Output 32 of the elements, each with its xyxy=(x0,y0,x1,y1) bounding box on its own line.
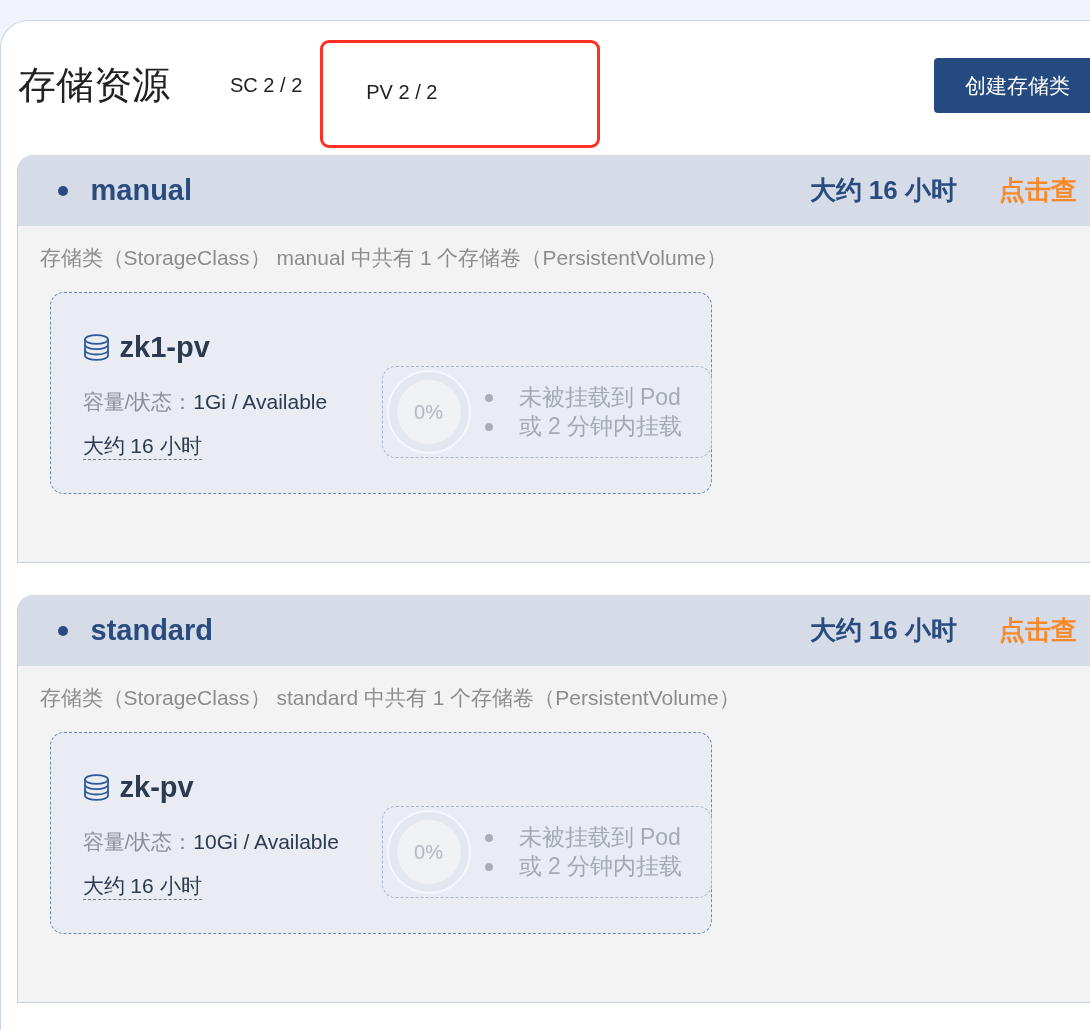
database-icon xyxy=(82,333,110,361)
capacity-label: 容量/状态： xyxy=(82,829,194,855)
volume-age: 大约 16 小时 xyxy=(82,433,202,460)
capacity-label: 容量/状态： xyxy=(82,389,194,415)
usage-note: 未被挂载到 Pod xyxy=(518,383,681,412)
capacity-value: 10Gi / Available xyxy=(193,829,339,855)
bullet-icon xyxy=(484,833,493,842)
class-description: 存储类（StorageClass） manual 中共有 1 个存储卷（PersistentVolume） xyxy=(39,245,728,271)
bullet-icon xyxy=(484,393,493,402)
usage-percent: 0% xyxy=(414,840,443,864)
class-name: manual xyxy=(90,174,193,207)
usage-percent: 0% xyxy=(414,400,443,424)
bullet-icon xyxy=(484,422,493,431)
volume-name: zk1-pv xyxy=(119,330,210,365)
volume-name: zk-pv xyxy=(119,770,194,805)
count-tab[interactable]: PV 2 / 2 xyxy=(320,40,601,148)
count-tab[interactable]: SC 2 / 2 xyxy=(230,74,303,97)
bullet-icon xyxy=(484,862,493,871)
bullet-icon xyxy=(57,185,68,196)
usage-note: 或 2 分钟内挂载 xyxy=(518,412,683,441)
create-button[interactable]: 创建存储类 xyxy=(934,58,1090,113)
bullet-icon xyxy=(57,625,68,636)
class-age: 大约 16 小时 xyxy=(809,614,957,647)
page-title: 存储资源 xyxy=(18,62,170,108)
database-icon xyxy=(82,773,110,801)
class-name: standard xyxy=(90,614,213,647)
class-age: 大约 16 小时 xyxy=(809,174,957,207)
volume-age: 大约 16 小时 xyxy=(82,873,202,900)
capacity-value: 1Gi / Available xyxy=(193,389,328,415)
class-description: 存储类（StorageClass） standard 中共有 1 个存储卷（PersistentVolume） xyxy=(39,685,741,711)
usage-note: 或 2 分钟内挂载 xyxy=(518,852,683,881)
usage-note: 未被挂载到 Pod xyxy=(518,823,681,852)
